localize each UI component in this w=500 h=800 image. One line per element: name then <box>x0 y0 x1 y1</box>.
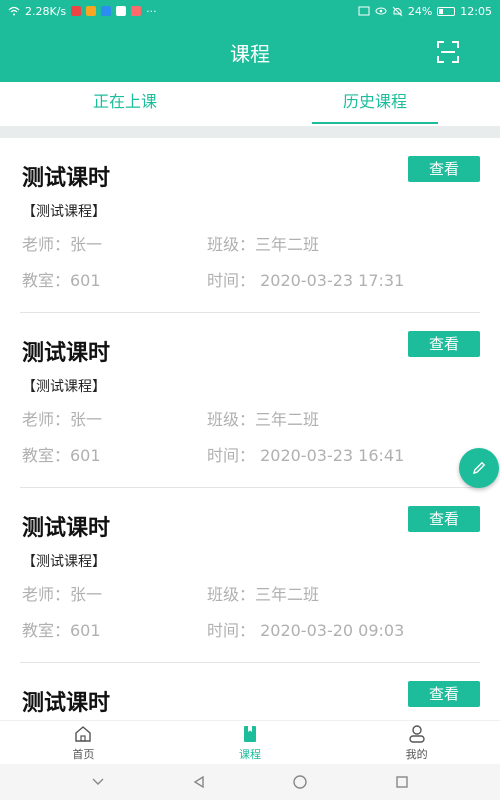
notification-icon <box>116 6 127 16</box>
course-card: 测试课时 查看 <box>20 663 480 720</box>
course-card: 测试课时 查看 【测试课程】 老师：张一 班级：三年二班 教室：601 时间： … <box>20 138 480 313</box>
view-button[interactable]: 查看 <box>408 681 480 707</box>
notification-icon <box>71 6 82 16</box>
info-row: 老师：张一 班级：三年二班 <box>22 406 319 430</box>
view-button[interactable]: 查看 <box>408 506 480 532</box>
cast-icon <box>358 6 370 16</box>
profile-icon <box>408 724 425 743</box>
battery-percent: 24% <box>407 4 433 18</box>
lesson-title: 测试课时 <box>22 516 111 541</box>
nav-home[interactable]: 首页 <box>0 721 167 764</box>
nav-profile-label: 我的 <box>405 747 428 761</box>
course-card: 测试课时 查看 【测试课程】 老师：张一 班级：三年二班 教室：601 时间： … <box>20 488 480 663</box>
status-bar: 2.28K/s ··· 24% 12:05 <box>0 0 500 22</box>
battery-icon <box>437 6 456 16</box>
course-name: 【测试课程】 <box>22 204 106 220</box>
edit-fab[interactable] <box>459 448 499 488</box>
time-info: 时间： 2020-03-23 16:41 <box>207 446 405 465</box>
nav-courses-label: 课程 <box>239 747 261 761</box>
tab-bar: 正在上课 历史课程 <box>0 82 500 126</box>
app-screen: 2.28K/s ··· 24% 12:05 课程 正在上课 历史课程 测试课时 … <box>0 0 500 800</box>
section-divider <box>0 126 500 138</box>
info-row: 老师：张一 班级：三年二班 <box>22 581 319 605</box>
more-notifications: ··· <box>146 4 157 18</box>
eye-icon <box>375 7 387 15</box>
course-name: 【测试课程】 <box>22 379 106 395</box>
time-info: 时间： 2020-03-23 17:31 <box>207 271 405 290</box>
recent-apps-icon[interactable] <box>395 775 409 789</box>
wifi-icon <box>8 6 20 16</box>
lesson-title: 测试课时 <box>22 691 111 716</box>
room-info: 教室：601 <box>22 621 101 640</box>
nav-courses[interactable]: 课程 <box>167 721 334 764</box>
time-info: 时间： 2020-03-20 09:03 <box>207 621 405 640</box>
tab-history-courses[interactable]: 历史课程 <box>250 82 500 126</box>
back-icon[interactable] <box>192 775 206 789</box>
course-icon <box>244 725 256 742</box>
course-card: 测试课时 查看 【测试课程】 老师：张一 班级：三年二班 教室：601 时间： … <box>20 313 480 488</box>
nav-profile[interactable]: 我的 <box>333 721 500 764</box>
network-speed: 2.28K/s <box>25 4 67 18</box>
lesson-title: 测试课时 <box>22 341 111 366</box>
mute-icon <box>392 6 403 16</box>
scan-button[interactable] <box>436 40 460 64</box>
pencil-icon <box>473 461 486 474</box>
teacher-info: 老师：张一 <box>22 235 103 254</box>
class-info: 班级：三年二班 <box>207 410 320 429</box>
info-row: 教室：601 时间： 2020-03-23 16:41 <box>22 442 404 466</box>
class-info: 班级：三年二班 <box>207 585 320 604</box>
teacher-info: 老师：张一 <box>22 585 103 604</box>
chevron-down-icon[interactable] <box>91 777 105 787</box>
page-title: 课程 <box>230 41 270 66</box>
notification-icon <box>86 6 97 16</box>
room-info: 教室：601 <box>22 271 101 290</box>
home-circle-icon[interactable] <box>292 774 308 790</box>
home-icon <box>75 725 92 742</box>
notification-icon <box>131 6 142 16</box>
scan-icon <box>437 41 459 63</box>
system-nav <box>0 764 500 800</box>
course-name: 【测试课程】 <box>22 554 106 570</box>
course-list: 测试课时 查看 【测试课程】 老师：张一 班级：三年二班 教室：601 时间： … <box>0 138 500 720</box>
info-row: 老师：张一 班级：三年二班 <box>22 231 319 255</box>
room-info: 教室：601 <box>22 446 101 465</box>
view-button[interactable]: 查看 <box>408 331 480 357</box>
nav-home-label: 首页 <box>72 747 95 761</box>
tab-current-classes[interactable]: 正在上课 <box>0 82 250 126</box>
app-header: 课程 <box>0 22 500 82</box>
lesson-title: 测试课时 <box>22 166 111 191</box>
info-row: 教室：601 时间： 2020-03-23 17:31 <box>22 267 404 291</box>
status-left: 2.28K/s ··· <box>8 5 157 18</box>
status-right: 24% 12:05 <box>358 5 492 18</box>
teacher-info: 老师：张一 <box>22 410 103 429</box>
notification-icon <box>101 6 112 16</box>
bottom-nav: 首页 课程 我的 <box>0 720 500 764</box>
clock: 12:05 <box>460 4 492 18</box>
view-button[interactable]: 查看 <box>408 156 480 182</box>
class-info: 班级：三年二班 <box>207 235 320 254</box>
info-row: 教室：601 时间： 2020-03-20 09:03 <box>22 617 404 641</box>
